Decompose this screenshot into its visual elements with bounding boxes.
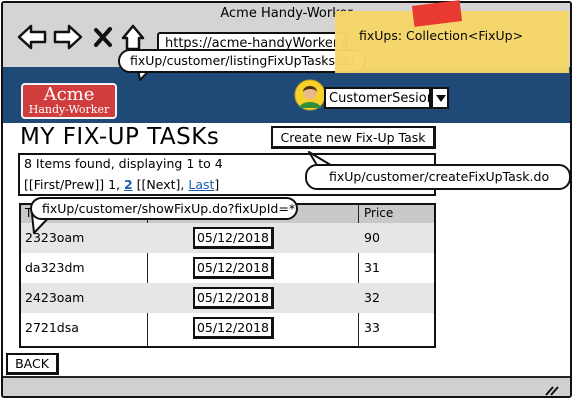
show-url-text: fixUp/customer/showFixUp.do?fixUpId=* [42,201,296,216]
ticker-cell[interactable]: da323dm [25,260,85,275]
resize-grip-icon[interactable] [544,384,560,396]
ticker-cell[interactable]: 2721dsa [25,320,79,335]
date-cell[interactable]: 05/12/2018 [193,317,274,339]
date-cell[interactable]: 05/12/2018 [193,227,274,249]
page-title: MY FIX-UP TASKs [20,124,220,150]
status-bar [3,376,570,396]
logo-line1: Acme [43,84,95,105]
pager-prefix: [[First/Prew]] 1, [24,177,124,192]
fixup-tasks-table: T Price 2323oam 05/12/2018 90 da323dm 05… [19,203,436,348]
header-price[interactable]: Price [364,206,393,220]
back-arrow-icon[interactable] [17,23,47,51]
create-fixup-task-button[interactable]: Create new Fix-Up Task [271,126,436,149]
table-row[interactable]: 2721dsa 05/12/2018 33 [21,313,434,343]
date-cell[interactable]: 05/12/2018 [193,257,274,279]
pager-suffix: ] [214,177,220,192]
listing-url-callout: fixUp/customer/listingFixUpTasks.do [118,49,366,73]
sticky-note-text: fixUps: Collection<FixUp> [359,28,524,43]
create-url-callout: fixUp/customer/createFixUpTask.do [305,164,571,190]
ticker-cell[interactable]: 2423oam [25,290,84,305]
results-summary: 8 Items found, displaying 1 to 4 [24,156,223,171]
listing-url-text: fixUp/customer/listingFixUpTasks.do [130,53,355,68]
user-select[interactable]: CustomerSesion [324,87,435,109]
pager-mid: [[Next], [132,177,189,192]
date-cell[interactable]: 05/12/2018 [193,287,274,309]
show-url-callout: fixUp/customer/showFixUp.do?fixUpId=* [30,197,298,220]
forward-arrow-icon[interactable] [53,23,83,51]
pagination: [[First/Prew]] 1, 2 [[Next], Last] [24,177,219,192]
back-button[interactable]: BACK [6,353,59,375]
avatar[interactable] [294,79,326,111]
price-cell: 32 [364,290,380,305]
create-url-text: fixUp/customer/createFixUpTask.do [329,169,550,184]
page-2-link[interactable]: 2 [124,177,133,192]
table-row[interactable]: 2423oam 05/12/2018 32 [21,283,434,313]
price-cell: 33 [364,320,380,335]
price-cell: 31 [364,260,380,275]
price-cell: 90 [364,230,380,245]
last-page-link[interactable]: Last [188,177,214,192]
home-icon[interactable] [120,23,146,51]
logo-line2: Handy-Worker [28,103,110,116]
site-logo[interactable]: Acme Handy-Worker [21,83,117,119]
table-row[interactable]: 2323oam 05/12/2018 90 [21,223,434,253]
chevron-down-icon[interactable] [431,87,449,109]
stop-icon[interactable] [91,23,115,51]
table-row[interactable]: da323dm 05/12/2018 31 [21,253,434,283]
